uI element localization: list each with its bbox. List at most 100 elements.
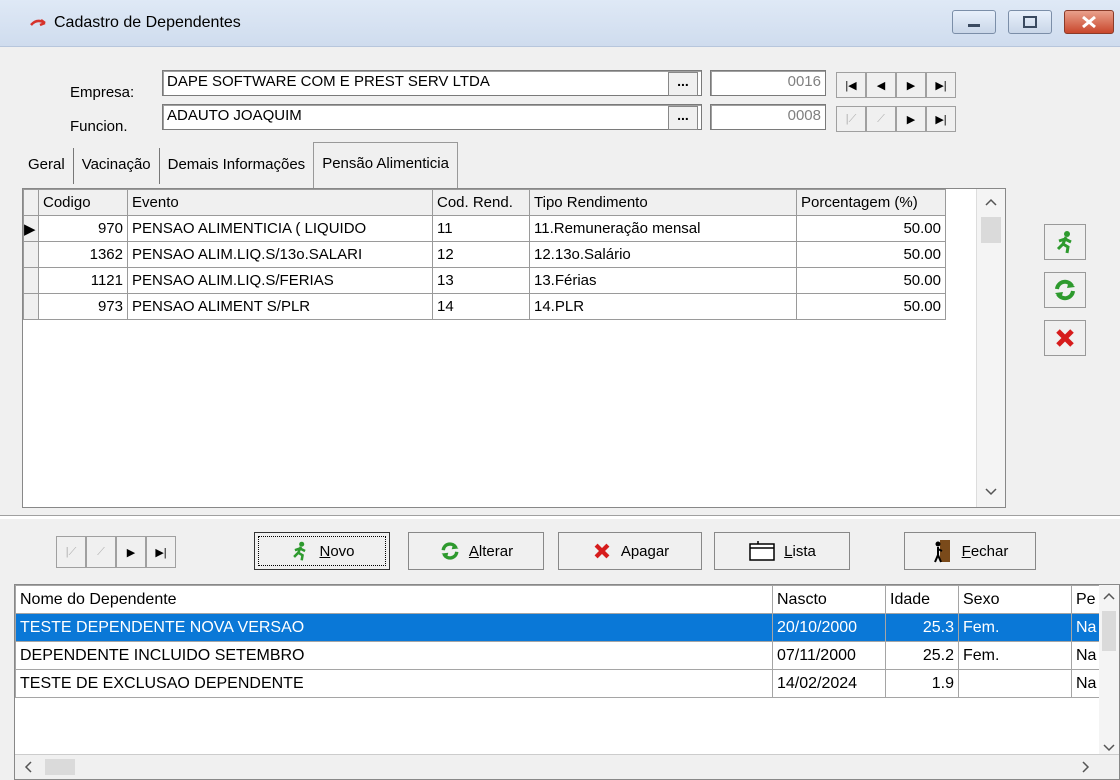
col-codigo[interactable]: Codigo — [38, 189, 128, 216]
empresa-code-field[interactable]: 0016 — [710, 70, 826, 96]
col-sexo[interactable]: Sexo — [958, 585, 1072, 614]
table-row[interactable]: 1362 PENSAO ALIM.LIQ.S/13o.SALARI 12 12.… — [23, 241, 946, 268]
close-button[interactable] — [1064, 10, 1114, 34]
row-indicator — [23, 241, 39, 268]
funcion-lookup-button[interactable]: ... — [668, 106, 698, 130]
cell-cod-rend[interactable]: 13 — [432, 267, 530, 294]
table-row[interactable]: TESTE DEPENDENTE NOVA VERSAO 20/10/2000 … — [15, 613, 1102, 642]
col-porcentagem[interactable]: Porcentagem (%) — [796, 189, 946, 216]
pension-grid[interactable]: Codigo Evento Cod. Rend. Tipo Rendimento… — [22, 188, 1006, 508]
refresh-row-button[interactable] — [1044, 272, 1086, 308]
col-pe[interactable]: Pe — [1070, 585, 1102, 614]
dependents-horizontal-scrollbar[interactable] — [15, 754, 1119, 779]
funcion-code-field[interactable]: 0008 — [710, 104, 826, 130]
first-record-icon[interactable]: |◀ — [836, 72, 866, 98]
cell-porcentagem[interactable]: 50.00 — [796, 215, 946, 242]
cell-porcentagem[interactable]: 50.00 — [796, 267, 946, 294]
cell-cod-rend[interactable]: 12 — [432, 241, 530, 268]
cell-tipo-rendimento[interactable]: 13.Férias — [529, 267, 797, 294]
window-title: Cadastro de Dependentes — [54, 14, 241, 31]
table-row[interactable]: 1121 PENSAO ALIM.LIQ.S/FERIAS 13 13.Féri… — [23, 267, 946, 294]
cell-sexo[interactable]: Fem. — [958, 613, 1072, 642]
maximize-button[interactable] — [1008, 10, 1052, 34]
delete-row-button[interactable] — [1044, 320, 1086, 356]
cell-nascto[interactable]: 14/02/2024 — [772, 669, 886, 698]
next-record-icon[interactable]: ▶ — [896, 72, 926, 98]
fechar-button[interactable]: Fechar — [904, 532, 1036, 570]
table-row[interactable]: 973 PENSAO ALIMENT S/PLR 14 14.PLR 50.00 — [23, 293, 946, 320]
cell-idade[interactable]: 1.9 — [885, 669, 959, 698]
pension-table: Codigo Evento Cod. Rend. Tipo Rendimento… — [23, 189, 946, 320]
col-nascto[interactable]: Nascto — [772, 585, 886, 614]
cell-tipo-rendimento[interactable]: 11.Remuneração mensal — [529, 215, 797, 242]
empresa-field[interactable]: DAPE SOFTWARE COM E PREST SERV LTDA — [162, 70, 702, 96]
pension-vertical-scrollbar[interactable] — [976, 189, 1005, 507]
insert-row-button[interactable] — [1044, 224, 1086, 260]
col-tipo-rendimento[interactable]: Tipo Rendimento — [529, 189, 797, 216]
prior-record-icon[interactable]: ⟋ — [866, 106, 896, 132]
cell-nome[interactable]: TESTE DE EXCLUSAO DEPENDENTE — [15, 669, 773, 698]
prior-record-icon[interactable]: ◀ — [866, 72, 896, 98]
cell-nome[interactable]: TESTE DEPENDENTE NOVA VERSAO — [15, 613, 773, 642]
cell-codigo[interactable]: 973 — [38, 293, 128, 320]
minimize-button[interactable] — [952, 10, 996, 34]
cell-nascto[interactable]: 07/11/2000 — [772, 641, 886, 670]
dependents-grid[interactable]: Nome do Dependente Nascto Idade Sexo Pe … — [14, 584, 1120, 780]
cell-evento[interactable]: PENSAO ALIMENT S/PLR — [127, 293, 433, 320]
cell-pe[interactable]: Na — [1070, 669, 1102, 698]
cell-tipo-rendimento[interactable]: 14.PLR — [529, 293, 797, 320]
last-record-icon[interactable]: ▶| — [926, 106, 956, 132]
alterar-button[interactable]: Alterar — [408, 532, 544, 570]
cell-tipo-rendimento[interactable]: 12.13o.Salário — [529, 241, 797, 268]
table-row[interactable]: DEPENDENTE INCLUIDO SETEMBRO 07/11/2000 … — [15, 641, 1102, 670]
novo-button[interactable]: Novo — [254, 532, 390, 570]
cell-codigo[interactable]: 1362 — [38, 241, 128, 268]
empresa-lookup-button[interactable]: ... — [668, 72, 698, 96]
cell-evento[interactable]: PENSAO ALIM.LIQ.S/13o.SALARI — [127, 241, 433, 268]
delete-x-icon — [1056, 329, 1074, 347]
cell-evento[interactable]: PENSAO ALIMENTICIA ( LIQUIDO — [127, 215, 433, 242]
cell-porcentagem[interactable]: 50.00 — [796, 293, 946, 320]
lista-button[interactable]: Lista — [714, 532, 850, 570]
cell-sexo[interactable] — [958, 669, 1072, 698]
next-record-icon[interactable]: ▶ — [896, 106, 926, 132]
cell-sexo[interactable]: Fem. — [958, 641, 1072, 670]
last-record-icon[interactable]: ▶| — [146, 536, 176, 568]
refresh-icon — [1055, 279, 1075, 301]
funcion-field[interactable]: ADAUTO JOAQUIM — [162, 104, 702, 130]
table-row[interactable]: ▶ 970 PENSAO ALIMENTICIA ( LIQUIDO 11 11… — [23, 215, 946, 242]
prior-record-icon[interactable]: ⟋ — [86, 536, 116, 568]
close-icon — [1082, 15, 1096, 29]
dependents-table: Nome do Dependente Nascto Idade Sexo Pe … — [15, 585, 1102, 698]
tab-pensao-alimenticia[interactable]: Pensão Alimenticia — [313, 142, 458, 191]
maximize-icon — [1023, 16, 1037, 28]
cell-pe[interactable]: Na — [1070, 641, 1102, 670]
fechar-label: Fechar — [961, 542, 1009, 560]
col-nome-dependente[interactable]: Nome do Dependente — [15, 585, 773, 614]
col-evento[interactable]: Evento — [127, 189, 433, 216]
cell-pe[interactable]: Na — [1070, 613, 1102, 642]
table-row[interactable]: TESTE DE EXCLUSAO DEPENDENTE 14/02/2024 … — [15, 669, 1102, 698]
cell-cod-rend[interactable]: 11 — [432, 215, 530, 242]
next-record-icon[interactable]: ▶ — [116, 536, 146, 568]
cell-porcentagem[interactable]: 50.00 — [796, 241, 946, 268]
cell-nascto[interactable]: 20/10/2000 — [772, 613, 886, 642]
tab-demais-informacoes[interactable]: Demais Informações — [160, 148, 314, 184]
cell-evento[interactable]: PENSAO ALIM.LIQ.S/FERIAS — [127, 267, 433, 294]
cell-idade[interactable]: 25.3 — [885, 613, 959, 642]
scroll-arrows-icon — [24, 759, 1090, 775]
cell-nome[interactable]: DEPENDENTE INCLUIDO SETEMBRO — [15, 641, 773, 670]
first-record-icon[interactable]: |⟋ — [56, 536, 86, 568]
apagar-button[interactable]: Apagar — [558, 532, 702, 570]
first-record-icon[interactable]: |⟋ — [836, 106, 866, 132]
col-cod-rend[interactable]: Cod. Rend. — [432, 189, 530, 216]
cell-cod-rend[interactable]: 14 — [432, 293, 530, 320]
tab-geral[interactable]: Geral — [14, 148, 74, 184]
tab-vacinacao[interactable]: Vacinação — [74, 148, 160, 184]
dependents-vertical-scrollbar[interactable] — [1099, 585, 1119, 757]
cell-codigo[interactable]: 970 — [38, 215, 128, 242]
cell-idade[interactable]: 25.2 — [885, 641, 959, 670]
last-record-icon[interactable]: ▶| — [926, 72, 956, 98]
cell-codigo[interactable]: 1121 — [38, 267, 128, 294]
col-idade[interactable]: Idade — [885, 585, 959, 614]
